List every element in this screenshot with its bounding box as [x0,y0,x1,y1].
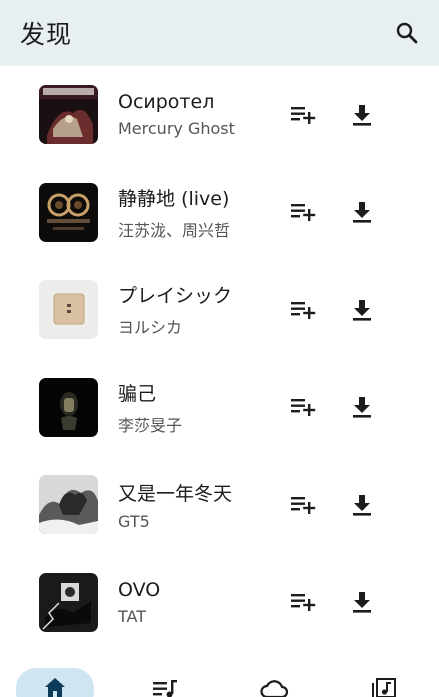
playlist-add-icon [291,594,316,612]
playlist-add-icon [291,106,316,124]
album-cover [39,572,98,632]
song-title: 静静地 (live) [118,187,230,210]
search-icon [396,22,418,44]
download-icon [353,592,371,613]
download-button[interactable] [348,198,376,226]
song-artist: Mercury Ghost [118,119,235,139]
download-icon [353,202,371,223]
search-button[interactable] [393,19,421,47]
top-app-bar: 发现 [0,0,439,66]
playlist-add-icon [291,399,316,417]
playlist-add-icon [291,301,316,319]
add-to-queue-button[interactable] [289,588,317,616]
song-row[interactable]: 静静地 (live) 汪苏泷、周兴哲 [0,164,439,262]
nav-playlist[interactable] [149,668,181,697]
album-cover [39,377,98,437]
album-cover [39,85,98,145]
playlist-add-icon [291,204,316,222]
song-meta: 又是一年冬天 GT5 [118,479,232,531]
app-root: 发现 Осиротел Mercury Ghost 静静地 (live) 汪苏泷… [0,0,439,697]
song-artist: 李莎旻子 [118,415,183,435]
download-button[interactable] [348,101,376,129]
add-to-queue-button[interactable] [289,491,317,519]
download-button[interactable] [348,588,376,616]
cloud-icon [260,680,289,697]
home-icon [45,678,65,697]
song-list: Осиротел Mercury Ghost 静静地 (live) 汪苏泷、周兴… [0,66,439,651]
song-meta: プレイシック ヨルシカ [118,281,232,338]
song-artist: TAT [118,606,147,626]
song-artist: ヨルシカ [118,318,183,338]
download-icon [353,494,371,516]
song-row[interactable]: OVO TAT [0,554,439,652]
song-row[interactable]: 骗己 李莎旻子 [0,359,439,457]
song-title: Осиротел [118,91,215,114]
song-title: 又是一年冬天 [118,482,233,505]
song-meta: 静静地 (live) 汪苏泷、周兴哲 [118,184,230,241]
album-cover [39,475,98,535]
song-title: プレイシック [118,285,233,308]
nav-cloud[interactable] [257,668,291,697]
queue-music-icon [153,680,177,697]
library-music-icon [372,678,396,697]
add-to-queue-button[interactable] [289,101,317,129]
song-row[interactable]: プレイシック ヨルシカ [0,261,439,359]
song-meta: Осиротел Mercury Ghost [118,91,235,138]
song-meta: OVO TAT [118,579,160,626]
song-row[interactable]: Осиротел Mercury Ghost [0,66,439,164]
song-artist: GT5 [118,511,150,531]
add-to-queue-button[interactable] [289,393,317,421]
download-icon [353,397,371,418]
song-artist: 汪苏泷、周兴哲 [118,220,231,240]
song-title: OVO [118,578,161,601]
album-cover [39,182,98,242]
page-title: 发现 [20,20,73,49]
download-icon [353,104,371,126]
album-cover [39,280,98,340]
download-button[interactable] [348,393,376,421]
song-meta: 骗己 李莎旻子 [118,379,182,436]
add-to-queue-button[interactable] [289,198,317,226]
bottom-navigation [0,660,439,697]
song-row[interactable]: 又是一年冬天 GT5 [0,456,439,554]
song-title: 骗己 [118,382,157,405]
playlist-add-icon [291,496,316,514]
download-icon [353,299,371,321]
download-button[interactable] [348,491,376,519]
nav-home[interactable] [16,668,94,697]
nav-library[interactable] [368,668,400,697]
download-button[interactable] [348,296,376,324]
add-to-queue-button[interactable] [289,296,317,324]
